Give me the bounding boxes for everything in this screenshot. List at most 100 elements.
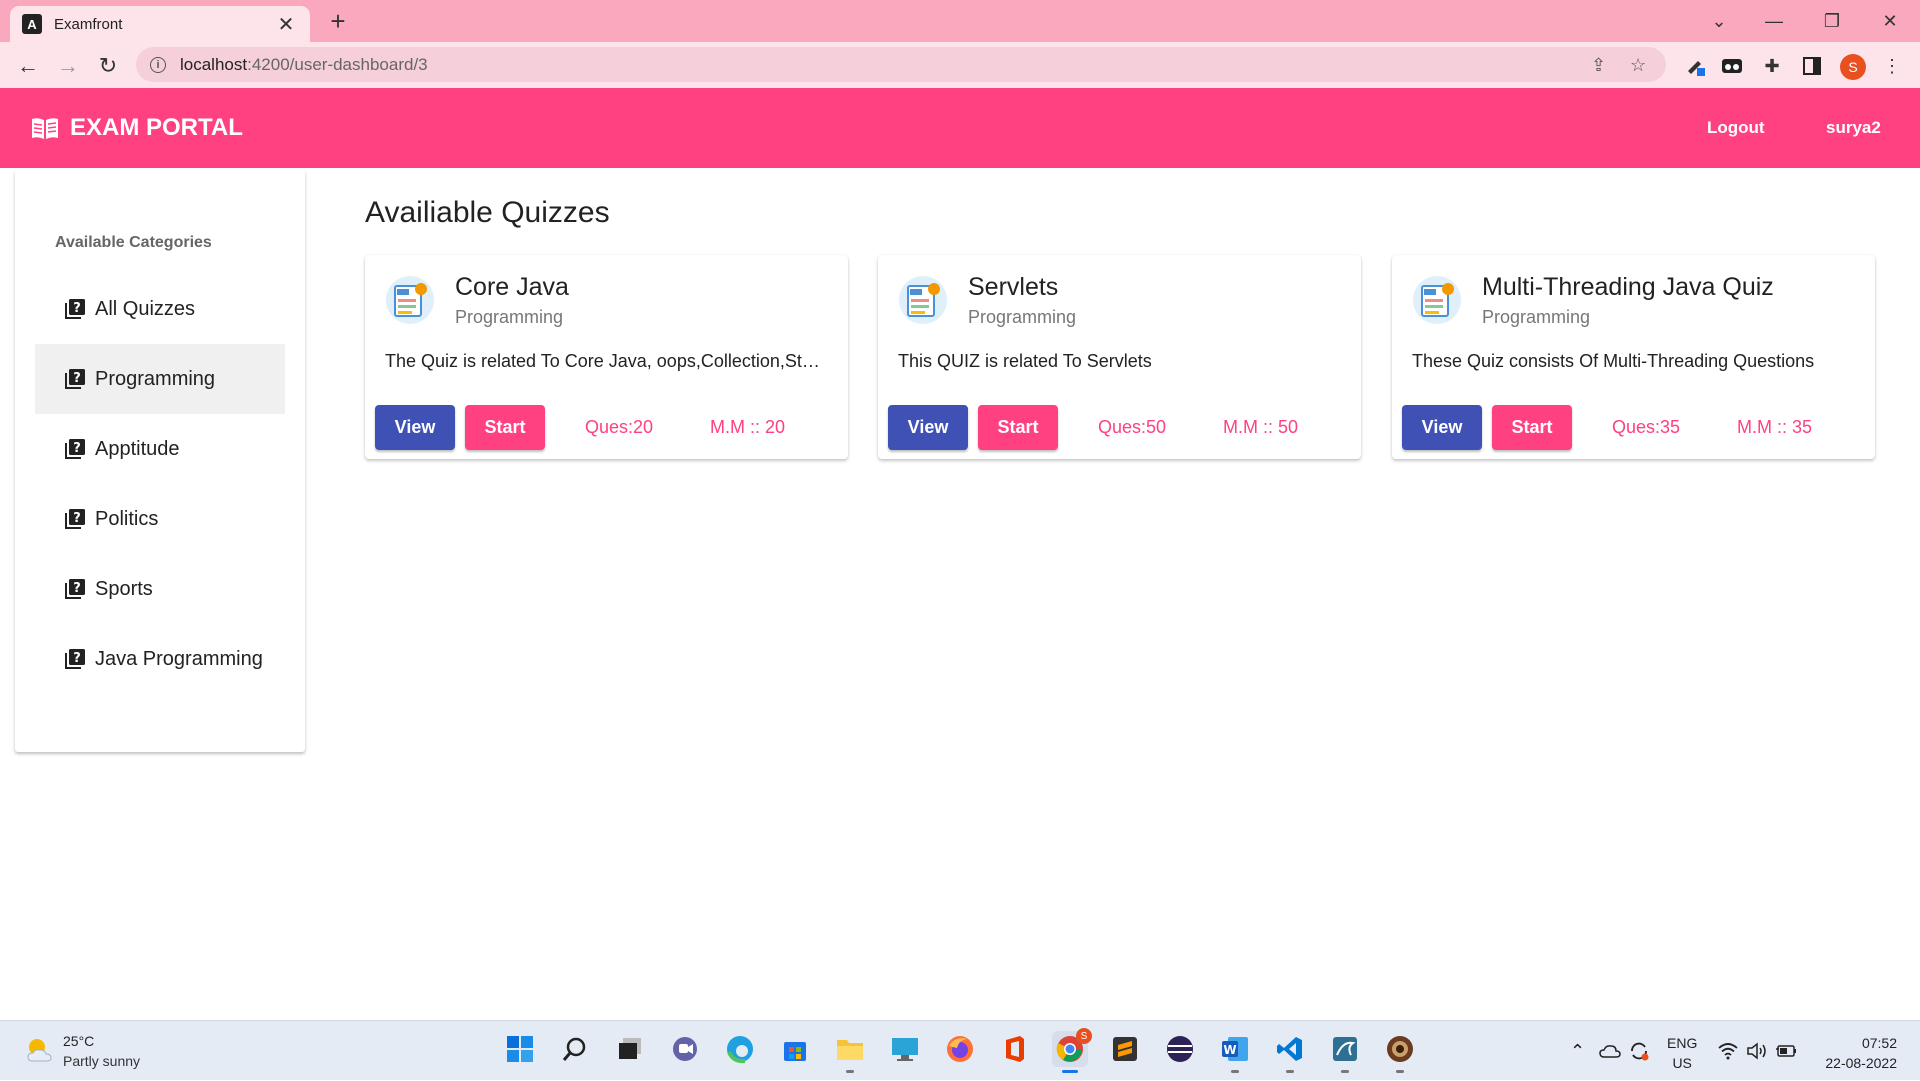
wifi-icon[interactable] (1717, 1021, 1739, 1081)
category-item-apptitude[interactable]: ? Apptitude (35, 414, 285, 484)
category-item-java-programming[interactable]: ? Java Programming (35, 624, 285, 694)
start-button[interactable]: Start (465, 405, 545, 450)
chrome-profile-badge: S (1076, 1028, 1092, 1044)
quiz-category: Programming (455, 307, 564, 327)
quiz-avatar-icon (1413, 276, 1461, 324)
svg-text:?: ? (73, 441, 81, 456)
quiz-icon: ? (65, 649, 85, 669)
bookmark-star-icon[interactable]: ☆ (1630, 55, 1646, 76)
restore-icon[interactable]: ❐ (1810, 6, 1854, 36)
clock[interactable]: 07:52 22-08-2022 (1815, 1033, 1897, 1073)
extension-pen-icon[interactable] (1683, 54, 1707, 78)
max-marks[interactable]: M.M :: 20 (710, 405, 785, 450)
onedrive-cloud-icon[interactable] (1599, 1021, 1621, 1081)
active-indicator (1062, 1070, 1078, 1073)
svg-text:?: ? (73, 371, 81, 386)
reload-icon[interactable]: ↻ (92, 50, 124, 82)
extensions-puzzle-icon[interactable]: ✚ (1760, 54, 1784, 78)
question-count[interactable]: Ques:50 (1098, 405, 1166, 450)
tab-close-icon[interactable]: ✕ (274, 12, 298, 37)
tab-title: Examfront (54, 15, 123, 33)
start-button[interactable]: Start (1492, 405, 1572, 450)
category-item-sports[interactable]: ? Sports (35, 554, 285, 624)
category-item-politics[interactable]: ? Politics (35, 484, 285, 554)
question-count[interactable]: Ques:35 (1612, 405, 1680, 450)
edge-browser-icon[interactable] (722, 1031, 758, 1067)
new-tab-plus-icon[interactable]: + (322, 6, 354, 36)
show-hidden-icons-chevron-icon[interactable]: ⌃ (1570, 1021, 1585, 1081)
quiz-description: This QUIZ is related To Servlets (898, 351, 1152, 371)
clock-date: 22-08-2022 (1825, 1055, 1897, 1071)
browser-menu-icon[interactable]: ⋮ (1880, 54, 1904, 78)
file-explorer-icon[interactable] (832, 1031, 868, 1073)
share-icon[interactable]: ⇪ (1591, 55, 1606, 76)
svg-text:?: ? (73, 651, 81, 666)
address-bar[interactable]: i localhost:4200/user-dashboard/3 ⇪ ☆ (136, 47, 1666, 82)
category-item-programming[interactable]: ? Programming (35, 344, 285, 414)
eclipse-icon[interactable] (1162, 1031, 1198, 1067)
weather-condition[interactable]: Partly sunny (63, 1053, 140, 1069)
forward-arrow-icon[interactable]: → (52, 50, 84, 82)
remote-desktop-icon[interactable] (887, 1031, 923, 1067)
browser-toolbar: ← → ↻ i localhost:4200/user-dashboard/3 … (0, 42, 1920, 88)
url-text[interactable]: localhost:4200/user-dashboard/3 (180, 55, 428, 75)
sidebar-heading: Available Categories (55, 234, 212, 251)
back-arrow-icon[interactable]: ← (12, 50, 44, 82)
weather-temperature[interactable]: 25°C (63, 1033, 94, 1049)
sync-update-icon[interactable] (1628, 1021, 1650, 1081)
book-icon (32, 118, 58, 139)
app-emblem-icon[interactable] (1382, 1031, 1418, 1073)
vscode-icon[interactable] (1272, 1031, 1308, 1073)
quiz-icon: ? (65, 579, 85, 599)
language-indicator[interactable]: ENG US (1667, 1033, 1697, 1073)
windows-start-icon[interactable] (502, 1031, 538, 1067)
mysql-workbench-icon[interactable] (1327, 1031, 1363, 1073)
logout-button[interactable]: Logout (1707, 88, 1765, 168)
svg-text:W: W (1223, 1043, 1236, 1057)
extension-glasses-icon[interactable] (1720, 54, 1744, 78)
max-marks[interactable]: M.M :: 50 (1223, 405, 1298, 450)
profile-avatar[interactable]: S (1840, 54, 1866, 80)
view-button[interactable]: View (1402, 405, 1482, 450)
partly-sunny-icon[interactable] (24, 1035, 56, 1063)
chrome-icon[interactable]: S (1052, 1028, 1092, 1073)
quiz-icon: ? (65, 299, 85, 319)
quiz-title: Servlets (968, 273, 1059, 301)
quiz-category: Programming (968, 307, 1077, 327)
close-window-icon[interactable]: ✕ (1868, 6, 1912, 36)
quiz-category: Programming (1482, 307, 1591, 327)
firefox-icon[interactable] (942, 1031, 978, 1067)
view-button[interactable]: View (888, 405, 968, 450)
language-code: ENG (1667, 1035, 1698, 1051)
quiz-card: Core Java Programming The Quiz is relate… (365, 255, 848, 459)
teams-chat-icon[interactable] (667, 1031, 703, 1067)
region-code: US (1672, 1055, 1692, 1071)
tab-search-chevron-icon[interactable]: ⌄ (1697, 6, 1741, 36)
quiz-description: These Quiz consists Of Multi-Threading Q… (1412, 351, 1815, 371)
minimize-icon[interactable]: — (1752, 6, 1796, 36)
view-button[interactable]: View (375, 405, 455, 450)
username-link[interactable]: surya2 (1826, 88, 1881, 168)
quiz-icon: ? (65, 369, 85, 389)
browser-tab[interactable]: A Examfront ✕ (10, 6, 310, 42)
task-view-icon[interactable] (612, 1031, 648, 1067)
category-item-all-quizzes[interactable]: ? All Quizzes (35, 274, 285, 344)
start-button[interactable]: Start (978, 405, 1058, 450)
quiz-icon: ? (65, 509, 85, 529)
max-marks[interactable]: M.M :: 35 (1737, 405, 1812, 450)
microsoft-store-icon[interactable] (777, 1031, 813, 1067)
sublime-text-icon[interactable] (1107, 1031, 1143, 1067)
office-icon[interactable] (997, 1031, 1033, 1067)
word-icon[interactable]: W (1217, 1031, 1253, 1073)
side-panel-icon[interactable] (1800, 54, 1824, 78)
volume-icon[interactable] (1746, 1021, 1768, 1081)
site-info-icon[interactable]: i (150, 56, 166, 73)
question-count[interactable]: Ques:20 (585, 405, 653, 450)
svg-text:?: ? (73, 581, 81, 596)
quiz-description: The Quiz is related To Core Java, oops,C… (385, 351, 825, 371)
search-icon[interactable] (557, 1031, 593, 1067)
category-label: Apptitude (95, 437, 180, 460)
battery-charging-icon[interactable] (1775, 1021, 1799, 1081)
brand[interactable]: EXAM PORTAL (30, 88, 243, 168)
running-indicator (1231, 1070, 1239, 1073)
